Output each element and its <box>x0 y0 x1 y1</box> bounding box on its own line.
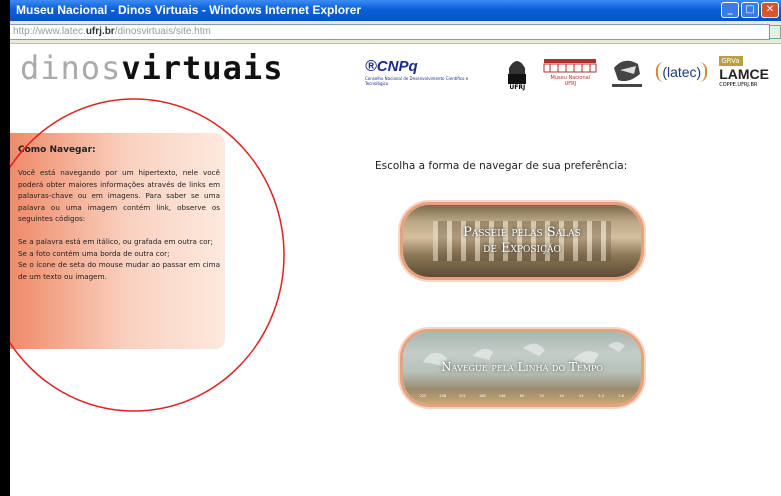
timeline-tick-label: 1.8 <box>618 394 624 398</box>
minimize-button[interactable]: _ <box>721 2 739 18</box>
timeline-tick-label: 208 <box>439 394 447 398</box>
cnpq-logo[interactable]: ®CNPq Conselho Nacional de Desenvolvimen… <box>365 58 492 86</box>
title-bar[interactable]: Museu Nacional - Dinos Virtuais - Window… <box>10 0 781 21</box>
timeline-tick-label: 5.3 <box>598 394 604 398</box>
site-logo[interactable]: dinosvirtuais <box>20 48 283 88</box>
url-text: http://www.latec.ufrj.br/dinosvirtuais/s… <box>13 26 211 37</box>
timeline-button[interactable]: Navegue pela Linha do Tempo 225 208 201 180… <box>403 332 641 404</box>
ufrj-helmet-icon <box>508 60 527 84</box>
timeline-tick-label: 146 <box>498 394 506 398</box>
address-bar: http://www.latec.ufrj.br/dinosvirtuais/s… <box>10 21 781 44</box>
ufrj-logo[interactable]: UFRJ <box>504 54 530 91</box>
timeline-tick-label: 65 <box>519 394 525 398</box>
timeline-tick-label: 201 <box>459 394 466 398</box>
page-content: dinosvirtuais ®CNPq Conselho Nacional de… <box>10 44 781 496</box>
timeline-tick-label: 180 <box>479 394 486 398</box>
timeline-label: Navegue pela Linha do Tempo <box>441 360 603 374</box>
window-title: Museu Nacional - Dinos Virtuais - Window… <box>16 3 362 17</box>
red-circle-annotation <box>10 98 285 412</box>
timeline-tick-label: 225 <box>419 394 427 398</box>
timeline-tick-label: 34 <box>559 394 564 398</box>
latec-logo[interactable]: (latec) <box>656 62 708 82</box>
lamce-logo[interactable]: GRVa LAMCE COPPE.UFRJ.BR <box>719 56 769 88</box>
dinosaur-skull-icon <box>612 60 643 87</box>
go-icon[interactable] <box>769 25 781 39</box>
timeline-scale: 225 208 201 180 146 65 55 34 24 5.3 1.8 <box>413 392 631 400</box>
maximize-button[interactable]: □ <box>741 2 759 18</box>
browser-window: Museu Nacional - Dinos Virtuais - Window… <box>10 0 781 496</box>
sponsor-logos: ®CNPq Conselho Nacional de Desenvolvimen… <box>365 50 781 94</box>
timeline-tick-label: 24 <box>579 394 584 398</box>
museu-nacional-logo[interactable]: Museu Nacional UFRJ <box>542 57 598 87</box>
paleontology-logo[interactable] <box>610 54 644 90</box>
choose-navigation-text: Escolha a forma de navegar de sua prefer… <box>375 160 628 172</box>
url-field[interactable]: http://www.latec.ufrj.br/dinosvirtuais/s… <box>10 24 770 40</box>
timeline-tick-label: 55 <box>539 394 545 398</box>
exhibition-rooms-label: Passeie pelas Salas de Exposição <box>463 225 581 256</box>
museum-building-icon <box>543 59 597 73</box>
close-button[interactable]: ✕ <box>761 2 779 18</box>
window-controls: _ □ ✕ <box>721 2 779 18</box>
exhibition-rooms-button[interactable]: Passeie pelas Salas de Exposição <box>403 205 641 277</box>
